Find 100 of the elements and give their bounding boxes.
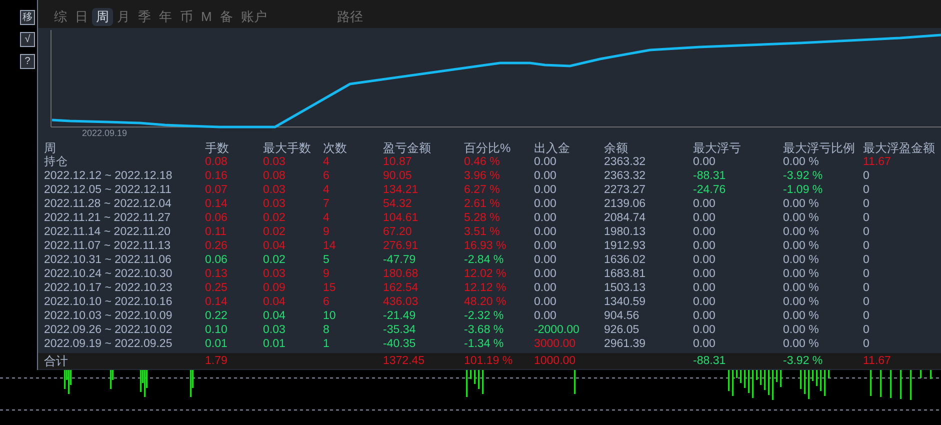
table-cell-text: 0.22 xyxy=(205,309,228,323)
table-cell-text: 0.00 % xyxy=(783,155,820,169)
table-cell-text: 2363.32 xyxy=(604,155,647,169)
table-cell-text: 8 xyxy=(323,323,330,337)
table-cell-text: 67.20 xyxy=(383,225,413,239)
table-cell-text: 6 xyxy=(323,295,330,309)
table-cell-text: 0.00 xyxy=(534,295,558,309)
table-cell-text: 6 xyxy=(323,169,330,183)
table-cell-text: 0.00 % xyxy=(783,267,820,281)
period-cell-text: 2022.12.12 ~ 2022.12.18 xyxy=(44,169,174,183)
table-cell-text: -2.32 % xyxy=(464,309,505,323)
table-cell-text: -2000.00 xyxy=(534,323,580,337)
table-cell-text: 134.21 xyxy=(383,183,420,197)
tab[interactable]: 季 xyxy=(134,8,155,26)
table-cell-text: 3000.00 xyxy=(534,337,577,351)
table-cell-text: 0.03 xyxy=(263,267,286,281)
table-cell-text: 0.00 xyxy=(693,337,716,351)
column-header: 出入金 xyxy=(534,141,571,155)
table-cell-text: -1.34 % xyxy=(464,337,505,351)
table-cell-text: 14 xyxy=(323,239,337,253)
tab[interactable]: 周 xyxy=(92,8,113,26)
column-header: 百分比% xyxy=(464,141,512,155)
period-cell-text: 2022.11.07 ~ 2022.11.13 xyxy=(44,239,172,253)
tab[interactable]: 路径 xyxy=(332,8,367,26)
period-cell-text: 持仓 xyxy=(44,155,69,169)
table-cell-text: 0.00 xyxy=(534,197,558,211)
table-cell-text: 0.00 % xyxy=(783,323,820,337)
side-button[interactable]: √ xyxy=(20,32,35,47)
table-cell-text: 0.03 xyxy=(263,323,286,337)
column-header: 最大浮亏 xyxy=(693,141,742,155)
table-cell-text: 11.67 xyxy=(863,354,892,369)
table-cell-text: 0.04 xyxy=(263,239,286,253)
table-cell-text: 9 xyxy=(323,267,330,281)
table-cell-text: 0.00 xyxy=(693,225,716,239)
tab[interactable]: 年 xyxy=(155,8,176,26)
table-cell-text: -3.92 % xyxy=(783,354,824,369)
table-cell-text: 0.00 xyxy=(693,197,716,211)
table-cell-text: 1503.13 xyxy=(604,281,647,295)
side-button[interactable]: 移 xyxy=(20,10,35,25)
table-cell-text: 0 xyxy=(863,309,870,323)
table-cell-text: 101.19 % xyxy=(464,354,514,369)
table-cell-text: 16.93 % xyxy=(464,239,508,253)
table-cell-text: -3.68 % xyxy=(464,323,505,337)
table-cell-text: 0.00 xyxy=(534,267,558,281)
table-cell-text: 0.00 xyxy=(534,211,558,225)
table-cell-text: -40.35 xyxy=(383,337,417,351)
table-cell-text: 1 xyxy=(323,337,330,351)
table-cell-text: 2273.27 xyxy=(604,183,647,197)
column-header: 周 xyxy=(44,141,57,155)
table-cell-text: 2139.06 xyxy=(604,197,647,211)
table-cell-text: 0.00 xyxy=(693,239,716,253)
table-cell-text: 0.00 xyxy=(534,183,558,197)
table-cell-text: 0.00 xyxy=(534,253,558,267)
column-header: 手数 xyxy=(205,141,230,155)
table-cell-text: 0.06 xyxy=(205,211,228,225)
table-cell-text: 0 xyxy=(863,197,870,211)
period-cell-text: 2022.10.24 ~ 2022.10.30 xyxy=(44,267,174,281)
period-cell-text: 2022.11.14 ~ 2022.11.20 xyxy=(44,225,172,239)
table-cell-text: 0.25 xyxy=(205,281,228,295)
period-cell-text: 2022.09.26 ~ 2022.10.02 xyxy=(44,323,174,337)
table-cell-text: 4 xyxy=(323,211,330,225)
table-cell-text: -35.34 xyxy=(383,323,417,337)
tab[interactable]: 备 xyxy=(216,8,237,26)
side-button[interactable]: ? xyxy=(20,54,35,69)
period-cell-text: 2022.12.05 ~ 2022.12.11 xyxy=(44,183,172,197)
table-cell-text: 0.00 xyxy=(693,323,716,337)
table-cell-text: 0.00 xyxy=(534,281,558,295)
table-cell-text: 3.96 % xyxy=(464,169,501,183)
table-cell-text: 0 xyxy=(863,169,870,183)
tab[interactable]: 日 xyxy=(71,8,92,26)
table-cell-text: 0.14 xyxy=(205,197,228,211)
table-cell-text: 0.00 % xyxy=(783,309,820,323)
table-cell-text: 0.00 % xyxy=(783,211,820,225)
tab[interactable]: 账户 xyxy=(236,8,271,26)
total-label: 合计 xyxy=(44,353,69,369)
period-cell-text: 2022.10.31 ~ 2022.11.06 xyxy=(44,253,172,267)
table-cell-text: 0.00 xyxy=(534,169,558,183)
table-cell-text: 0 xyxy=(863,267,870,281)
table-cell-text: 180.68 xyxy=(383,267,420,281)
table-cell-text: -21.49 xyxy=(383,309,417,323)
tab[interactable]: 综 xyxy=(50,8,71,26)
table-cell-text: 2.61 % xyxy=(464,197,501,211)
table-cell-text: 0 xyxy=(863,281,870,295)
table-cell-text: 0 xyxy=(863,295,870,309)
table-cell-text: 0.00 % xyxy=(783,225,820,239)
tab[interactable]: M xyxy=(197,8,216,26)
table-cell-text: 0.04 xyxy=(263,295,286,309)
column-header: 最大浮亏比例 xyxy=(783,141,856,155)
table-cell-text: 3.51 % xyxy=(464,225,501,239)
tab[interactable]: 月 xyxy=(113,8,134,26)
tab[interactable]: 币 xyxy=(176,8,197,26)
table-cell-text: 0.00 % xyxy=(783,253,820,267)
table-cell-text: 0.01 xyxy=(263,337,286,351)
table-cell-text: 0.00 % xyxy=(783,239,820,253)
table-cell-text: 5 xyxy=(323,253,330,267)
table-cell-text: 10.87 xyxy=(383,155,413,169)
table-cell-text: 0.00 xyxy=(534,155,558,169)
period-cell-text: 2022.11.28 ~ 2022.12.04 xyxy=(44,197,172,211)
period-cell-text: 2022.10.03 ~ 2022.10.09 xyxy=(44,309,174,323)
table-cell-text: 162.54 xyxy=(383,281,420,295)
